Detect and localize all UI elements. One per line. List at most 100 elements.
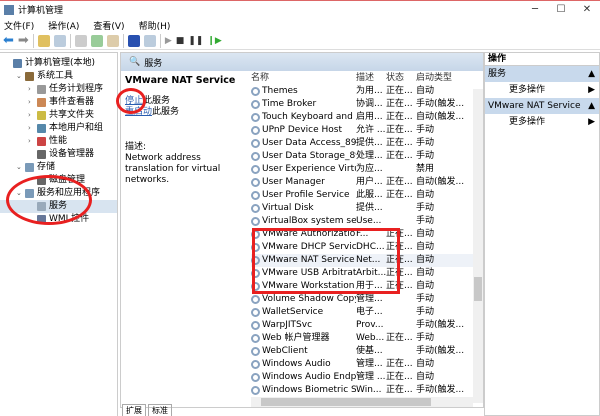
menu-help[interactable]: 帮助(H) xyxy=(139,19,171,32)
vertical-scrollbar[interactable] xyxy=(473,89,483,403)
tab-extended[interactable]: 扩展 xyxy=(122,404,146,416)
service-startup-type: 自动 xyxy=(416,86,435,96)
horizontal-scrollbar[interactable] xyxy=(251,397,473,407)
restart-icon[interactable]: ❙▶ xyxy=(207,36,221,46)
maximize-button[interactable]: ☐ xyxy=(548,1,574,19)
gear-icon xyxy=(251,321,260,330)
item-label: 更多操作 xyxy=(509,117,546,127)
collapse-icon[interactable]: ▲ xyxy=(588,66,595,82)
column-name[interactable]: 名称 xyxy=(251,71,356,85)
collapse-icon[interactable]: ▲ xyxy=(588,98,595,114)
up-folder-icon[interactable] xyxy=(37,34,50,47)
back-icon[interactable]: ⬅ xyxy=(3,33,14,48)
service-startup-type: 手动 xyxy=(416,151,435,161)
title-bar: 计算机管理 ─ ☐ ✕ xyxy=(0,0,600,18)
service-row[interactable]: WalletService 电子... 手动 xyxy=(251,306,483,319)
service-row[interactable]: User Data Storage_89926处理...正在...手动 xyxy=(251,150,483,163)
panel-header: 🔍 服务 xyxy=(121,53,483,71)
chevron-right-icon[interactable]: › xyxy=(28,83,37,96)
gear-icon xyxy=(251,295,260,304)
gear-icon xyxy=(251,113,260,122)
export-icon[interactable] xyxy=(106,34,119,47)
service-description: 处理... xyxy=(356,151,383,161)
service-row[interactable]: User Profile Service 此服... 正在... 自动 xyxy=(251,189,483,202)
service-startup-type: 自动(触发... xyxy=(416,177,465,187)
service-startup-type: 手动(触发... xyxy=(416,99,465,109)
service-description: 允许 ... xyxy=(356,125,386,135)
service-row[interactable]: VirtualBox system serviceUse... 手动 xyxy=(251,215,483,228)
service-status: 正在... xyxy=(386,190,413,200)
service-startup-type: 手动 xyxy=(416,203,435,213)
service-row[interactable]: User Data Access_89926提供...正在...手动 xyxy=(251,137,483,150)
section-title: VMware NAT Service xyxy=(488,101,581,111)
service-row[interactable]: Time Broker 协调... 正在... 手动(触发... xyxy=(251,98,483,111)
tree-item[interactable]: › 本地用户和组 xyxy=(0,122,117,135)
tree-item[interactable]: › 性能 xyxy=(0,135,117,148)
node-icon xyxy=(37,124,46,133)
service-description: 提供... xyxy=(356,203,383,213)
tree-item[interactable]: › 任务计划程序 xyxy=(0,83,117,96)
menu-file[interactable]: 文件(F) xyxy=(4,19,34,32)
service-name: VMware NAT Service xyxy=(125,75,236,86)
chevron-down-icon[interactable]: ⌄ xyxy=(16,161,25,174)
column-status[interactable]: 状态 xyxy=(386,71,416,85)
chevron-right-icon[interactable]: › xyxy=(28,135,37,148)
tree-item[interactable]: 计算机管理(本地) xyxy=(0,57,117,70)
menu-view[interactable]: 查看(V) xyxy=(93,19,124,32)
service-row[interactable]: Windows Audio Endpoint...管理 ...正在...自动 xyxy=(251,371,483,384)
service-status: 正在... xyxy=(386,99,413,109)
service-row[interactable]: WarpJITSvc Prov... 手动(触发... xyxy=(251,319,483,332)
play-icon[interactable]: ▶ xyxy=(165,36,172,46)
annotation-circle-services xyxy=(6,175,92,225)
service-row[interactable]: Virtual Disk 提供... 手动 xyxy=(251,202,483,215)
service-startup-type: 手动 xyxy=(416,333,435,343)
gear-icon xyxy=(251,308,260,317)
service-row[interactable]: Touch Keyboard and Ha...启用...正在...自动(触发.… xyxy=(251,111,483,124)
show-tree-icon[interactable] xyxy=(53,34,66,47)
tree-item[interactable]: › 共享文件夹 xyxy=(0,109,117,122)
service-row[interactable]: Volume Shadow Copy 管理... 手动 xyxy=(251,293,483,306)
pause-icon[interactable]: ❚❚ xyxy=(188,36,203,46)
service-startup-type: 手动 xyxy=(416,307,435,317)
gear-icon xyxy=(251,360,260,369)
service-name: Virtual Disk xyxy=(262,203,314,213)
refresh-icon[interactable] xyxy=(90,34,103,47)
chevron-right-icon[interactable]: › xyxy=(28,109,37,122)
column-startup-type[interactable]: 启动类型 xyxy=(416,71,466,85)
tree-item[interactable]: 设备管理器 xyxy=(0,148,117,161)
chevron-right-icon[interactable]: › xyxy=(28,96,37,109)
tab-standard[interactable]: 标准 xyxy=(148,404,172,416)
service-startup-type: 手动 xyxy=(416,125,435,135)
actions-section-services[interactable]: 服务 ▲ xyxy=(485,66,599,82)
tree-item[interactable]: › 事件查看器 xyxy=(0,96,117,109)
tree-item[interactable]: ⌄ 系统工具 xyxy=(0,70,117,83)
stop-icon[interactable]: ■ xyxy=(176,36,185,46)
service-row[interactable]: Windows Audio 管理... 正在... 自动 xyxy=(251,358,483,371)
service-row[interactable]: Web 帐户管理器 Web... 正在... 手动 xyxy=(251,332,483,345)
gear-icon xyxy=(251,87,260,96)
minimize-button[interactable]: ─ xyxy=(522,1,548,19)
service-row[interactable]: UPnP Device Host 允许 ... 正在... 手动 xyxy=(251,124,483,137)
gear-icon xyxy=(251,165,260,174)
service-status xyxy=(386,345,416,358)
annotation-box-vmware xyxy=(252,228,400,294)
service-startup-type: 自动 xyxy=(416,255,435,265)
forward-icon[interactable]: ➡ xyxy=(18,33,29,48)
more-actions-item[interactable]: 更多操作 ▶ xyxy=(485,82,599,98)
service-row[interactable]: WebClient 使基... 手动(触发... xyxy=(251,345,483,358)
chevron-right-icon[interactable]: › xyxy=(28,122,37,135)
more-actions-item[interactable]: 更多操作 ▶ xyxy=(485,114,599,130)
help-icon[interactable] xyxy=(127,34,140,47)
console-icon[interactable] xyxy=(143,34,156,47)
close-button[interactable]: ✕ xyxy=(574,1,600,19)
column-description[interactable]: 描述 xyxy=(356,71,386,85)
service-row[interactable]: Windows Biometric Servi...Win... 正在...手动(… xyxy=(251,384,483,397)
tree-item[interactable]: ⌄ 存储 xyxy=(0,161,117,174)
properties-icon[interactable] xyxy=(74,34,87,47)
menu-action[interactable]: 操作(A) xyxy=(48,19,79,32)
service-row[interactable]: User Manager 用户... 正在... 自动(触发... xyxy=(251,176,483,189)
actions-section-service[interactable]: VMware NAT Service ▲ xyxy=(485,98,599,114)
service-row[interactable]: User Experience Virtualiz...为应... 禁用 xyxy=(251,163,483,176)
service-row[interactable]: Themes 为用... 正在... 自动 xyxy=(251,85,483,98)
chevron-down-icon[interactable]: ⌄ xyxy=(16,70,25,83)
